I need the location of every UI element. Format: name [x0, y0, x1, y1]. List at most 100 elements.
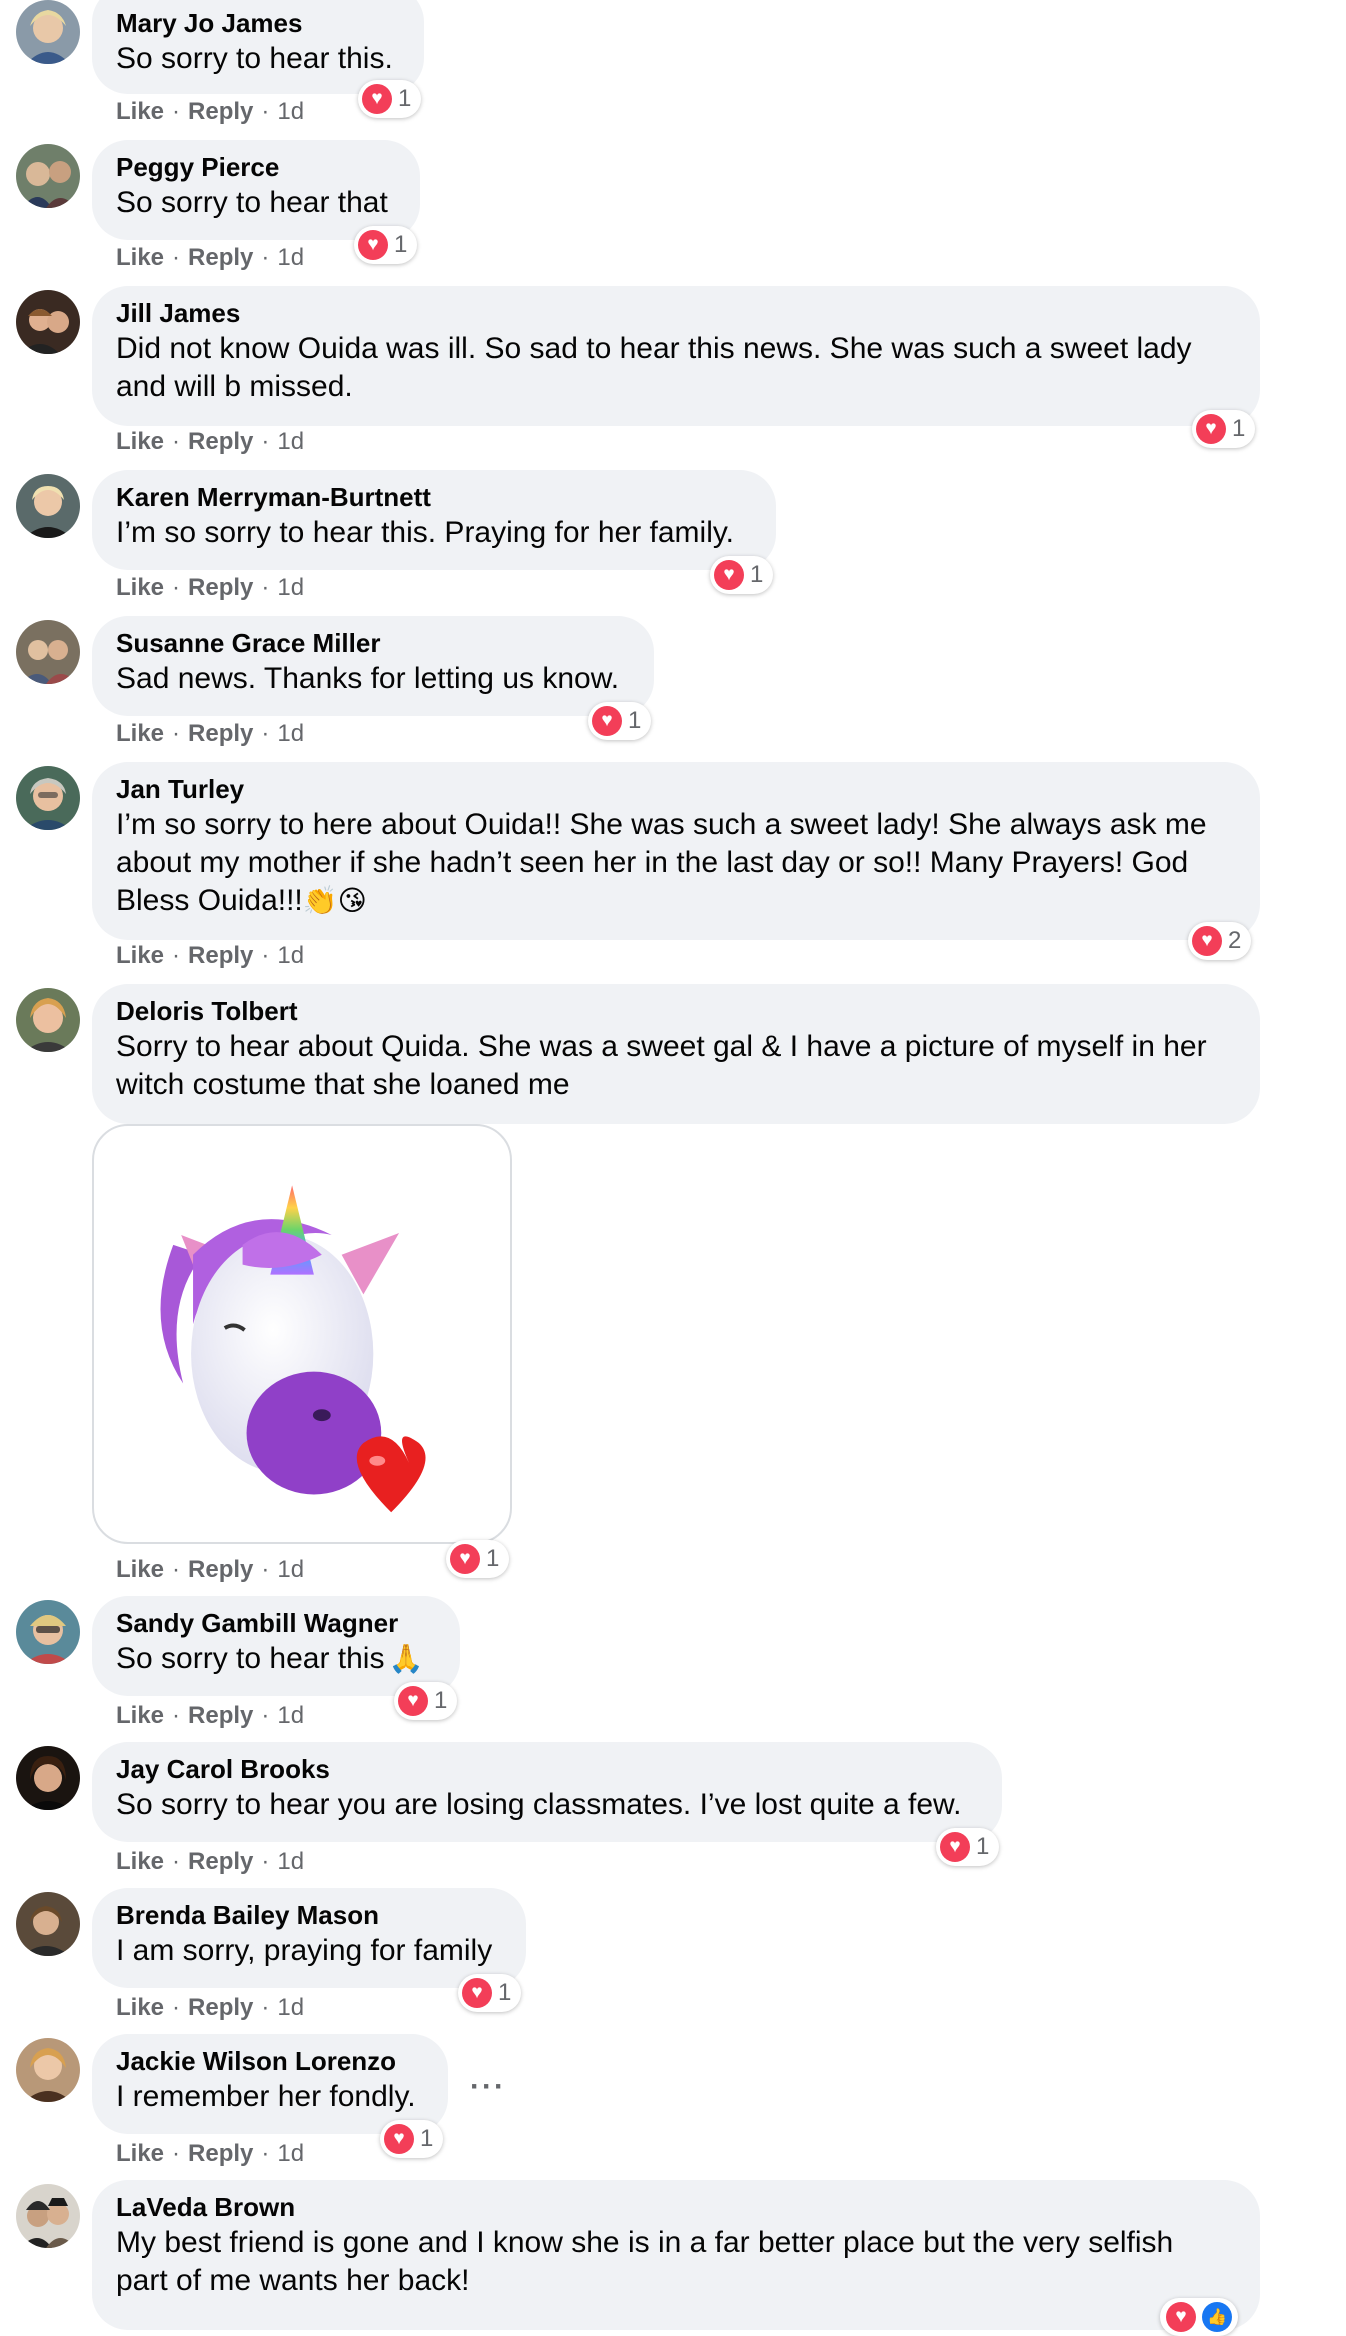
- thumbs-up-icon: 👍: [1202, 2302, 1232, 2332]
- reply-link[interactable]: Reply: [188, 942, 253, 969]
- reaction-count[interactable]: ♥ 1: [458, 1974, 522, 2012]
- reaction-count[interactable]: ♥ 1: [358, 80, 422, 118]
- timestamp[interactable]: 1d: [277, 98, 304, 125]
- separator: ·: [172, 1556, 181, 1583]
- avatar[interactable]: [16, 2038, 80, 2102]
- avatar[interactable]: [16, 1892, 80, 1956]
- timestamp[interactable]: 1d: [277, 244, 304, 271]
- comment-actions: Like · Reply · 1d: [116, 2140, 304, 2168]
- comment-author[interactable]: Mary Jo James: [116, 6, 400, 40]
- comment-author[interactable]: Peggy Pierce: [116, 150, 396, 184]
- timestamp[interactable]: 1d: [277, 1556, 304, 1583]
- comment-text-line: I’m so sorry to here about Ouida!! She w…: [116, 808, 1207, 841]
- comment-author[interactable]: Brenda Bailey Mason: [116, 1898, 502, 1932]
- reaction-count[interactable]: ♥ 1: [936, 1828, 1000, 1866]
- comment-text: So sorry to hear you are losing classmat…: [116, 1788, 962, 1821]
- comment-text-line: Bless Ouida!!!: [116, 884, 303, 917]
- avatar[interactable]: [16, 2184, 80, 2248]
- reply-link[interactable]: Reply: [188, 1994, 253, 2021]
- comment-actions: Like · Reply · 1d: [116, 720, 304, 748]
- timestamp[interactable]: 1d: [277, 942, 304, 969]
- more-options-button[interactable]: ···: [470, 2070, 506, 2104]
- separator: ·: [261, 1556, 270, 1583]
- comment-text: So sorry to hear this.: [116, 42, 393, 75]
- comment-author[interactable]: LaVeda Brown: [116, 2190, 1236, 2224]
- like-link[interactable]: Like: [116, 1556, 164, 1583]
- reaction-count[interactable]: ♥ 1: [354, 226, 418, 264]
- comment-author[interactable]: Jay Carol Brooks: [116, 1752, 978, 1786]
- reaction-count[interactable]: ♥ 1: [710, 556, 774, 594]
- comment-text: Sad news. Thanks for letting us know.: [116, 662, 620, 695]
- like-link[interactable]: Like: [116, 1994, 164, 2021]
- like-link[interactable]: Like: [116, 1702, 164, 1729]
- avatar[interactable]: [16, 988, 80, 1052]
- reaction-number: 1: [398, 85, 412, 112]
- reaction-number: 1: [498, 1979, 512, 2006]
- like-link[interactable]: Like: [116, 574, 164, 601]
- like-link[interactable]: Like: [116, 720, 164, 747]
- comment-author[interactable]: Jill James: [116, 296, 1236, 330]
- like-link[interactable]: Like: [116, 244, 164, 271]
- reply-link[interactable]: Reply: [188, 244, 253, 271]
- comment-author[interactable]: Sandy Gambill Wagner: [116, 1606, 436, 1640]
- reaction-count[interactable]: ♥ 2: [1188, 922, 1252, 960]
- reply-link[interactable]: Reply: [188, 2140, 253, 2167]
- comment-text: So sorry to hear that: [116, 186, 388, 219]
- reaction-count[interactable]: ♥ 1: [394, 1682, 458, 1720]
- comment-bubble: Brenda Bailey Mason I am sorry, praying …: [92, 1888, 526, 1988]
- separator: ·: [261, 1848, 270, 1875]
- comment-author[interactable]: Jackie Wilson Lorenzo: [116, 2044, 424, 2078]
- heart-icon: ♥: [592, 706, 622, 736]
- separator: ·: [261, 1702, 270, 1729]
- reaction-count[interactable]: ♥ 1: [446, 1540, 510, 1578]
- avatar[interactable]: [16, 1746, 80, 1810]
- reaction-number: 1: [750, 561, 764, 588]
- avatar[interactable]: [16, 290, 80, 354]
- like-link[interactable]: Like: [116, 942, 164, 969]
- timestamp[interactable]: 1d: [277, 574, 304, 601]
- reply-link[interactable]: Reply: [188, 1702, 253, 1729]
- reaction-count[interactable]: ♥ 1: [380, 2120, 444, 2158]
- timestamp[interactable]: 1d: [277, 2140, 304, 2167]
- avatar[interactable]: [16, 144, 80, 208]
- avatar[interactable]: [16, 620, 80, 684]
- reply-link[interactable]: Reply: [188, 1848, 253, 1875]
- timestamp[interactable]: 1d: [277, 1848, 304, 1875]
- timestamp[interactable]: 1d: [277, 428, 304, 455]
- reaction-number: 2: [1228, 927, 1242, 954]
- separator: ·: [172, 574, 181, 601]
- reply-link[interactable]: Reply: [188, 574, 253, 601]
- unicorn-sticker[interactable]: [92, 1124, 512, 1544]
- reply-link[interactable]: Reply: [188, 720, 253, 747]
- timestamp[interactable]: 1d: [277, 720, 304, 747]
- separator: ·: [172, 1994, 181, 2021]
- comment-text-line: My best friend is gone and I know she is…: [116, 2226, 1174, 2259]
- like-link[interactable]: Like: [116, 1848, 164, 1875]
- timestamp[interactable]: 1d: [277, 1994, 304, 2021]
- comment-text-line: and will b missed.: [116, 370, 353, 403]
- like-link[interactable]: Like: [116, 98, 164, 125]
- comment-author[interactable]: Jan Turley: [116, 772, 1236, 806]
- avatar[interactable]: [16, 1600, 80, 1664]
- reaction-icons[interactable]: ♥ 👍: [1160, 2298, 1238, 2336]
- timestamp[interactable]: 1d: [277, 1702, 304, 1729]
- heart-icon: ♥: [940, 1832, 970, 1862]
- avatar[interactable]: [16, 0, 80, 64]
- comment-text-line: part of me wants her back!: [116, 2264, 470, 2297]
- reply-link[interactable]: Reply: [188, 98, 253, 125]
- like-link[interactable]: Like: [116, 2140, 164, 2167]
- reaction-number: 1: [976, 1833, 990, 1860]
- reaction-number: 1: [486, 1545, 500, 1572]
- reply-link[interactable]: Reply: [188, 428, 253, 455]
- reply-link[interactable]: Reply: [188, 1556, 253, 1583]
- like-link[interactable]: Like: [116, 428, 164, 455]
- comment-author[interactable]: Deloris Tolbert: [116, 994, 1236, 1028]
- reaction-count[interactable]: ♥ 1: [1192, 410, 1256, 448]
- avatar[interactable]: [16, 766, 80, 830]
- comment-author[interactable]: Susanne Grace Miller: [116, 626, 630, 660]
- avatar[interactable]: [16, 474, 80, 538]
- comment-author[interactable]: Karen Merryman-Burtnett: [116, 480, 752, 514]
- separator: ·: [172, 1702, 181, 1729]
- reaction-count[interactable]: ♥ 1: [588, 702, 652, 740]
- separator: ·: [172, 2140, 181, 2167]
